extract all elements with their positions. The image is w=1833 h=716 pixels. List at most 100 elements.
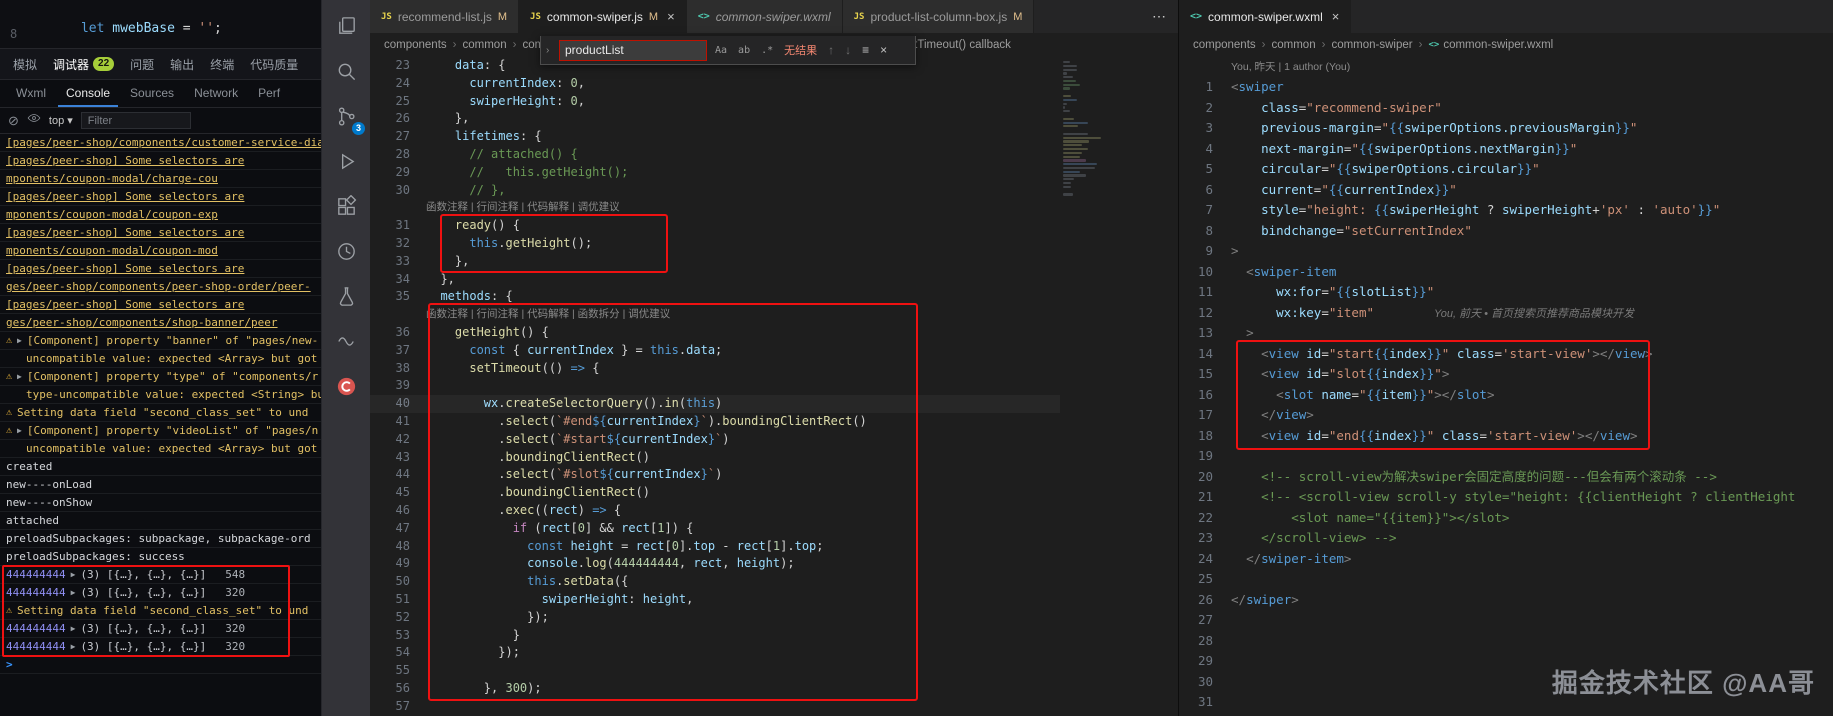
line-number: 7 — [1179, 200, 1231, 221]
devtools-subtab[interactable]: Console — [58, 80, 118, 107]
code-line: 49 console.log(444444444, rect, height); — [370, 555, 1178, 573]
expand-icon[interactable]: ▶ — [17, 368, 22, 385]
activity-item-search[interactable] — [322, 49, 370, 94]
activity-item-sonarlint[interactable] — [322, 319, 370, 364]
console-row[interactable]: 444444444▶(3) [{…}, {…}, {…}]320 — [0, 584, 321, 602]
codelens[interactable]: 函数注释 | 行间注释 | 代码解释 | 函数拆分 | 调优建议 — [370, 306, 1178, 324]
code-line: 46 .exec((rect) => { — [370, 502, 1178, 520]
editor-tab[interactable]: JSproduct-list-column-box.jsM — [843, 0, 1035, 33]
devtools-subtab[interactable]: Sources — [122, 80, 182, 107]
expand-icon[interactable]: ▶ — [71, 620, 76, 637]
code-line: 44 .select(`#slot${currentIndex}`) — [370, 466, 1178, 484]
expand-icon[interactable]: ▶ — [71, 638, 76, 655]
codelens-authors[interactable]: You, 昨天 | 1 author (You) — [1179, 57, 1833, 77]
line-number: 38 — [370, 360, 426, 378]
devtools-subtab[interactable]: Wxml — [8, 80, 54, 107]
console-row[interactable]: mponents/coupon-modal/charge-cou — [0, 170, 321, 188]
code-line: 6 current="{{currentIndex}}" — [1179, 180, 1833, 201]
console-row[interactable]: 444444444▶(3) [{…}, {…}, {…}]320 — [0, 620, 321, 638]
console-row[interactable]: [pages/peer-shop] Some selectors are — [0, 188, 321, 206]
code-line: 47 if (rect[0] && rect[1]) { — [370, 520, 1178, 538]
devtools-tab[interactable]: 问题 — [123, 52, 161, 77]
code-editor-right[interactable]: You, 昨天 | 1 author (You) 1<swiper2 class… — [1179, 57, 1833, 716]
console-row[interactable]: [pages/peer-shop] Some selectors are — [0, 224, 321, 242]
console-row[interactable]: ⚠Setting data field "second_class_set" t… — [0, 602, 321, 620]
expand-icon[interactable]: ▶ — [17, 422, 22, 439]
breadcrumb-item[interactable]: components — [384, 39, 447, 51]
activity-item-ai-plugin[interactable] — [322, 364, 370, 409]
console-filter-input[interactable] — [81, 112, 191, 129]
find-in-selection-icon[interactable]: ≡ — [859, 43, 872, 57]
match-case-icon[interactable]: Aa — [712, 44, 730, 57]
find-next-icon[interactable]: ↓ — [842, 43, 854, 57]
activity-item-extensions[interactable] — [322, 184, 370, 229]
eye-icon[interactable] — [27, 111, 41, 130]
minimap[interactable] — [1063, 61, 1125, 201]
expand-icon[interactable]: ▶ — [71, 566, 76, 583]
devtools-tab[interactable]: 代码质量 — [243, 52, 305, 77]
editor-tab-bar: JSrecommend-list.jsMJScommon-swiper.jsM×… — [370, 0, 1178, 33]
more-actions-icon[interactable]: ⋯ — [1140, 0, 1178, 33]
whole-word-icon[interactable]: ab — [735, 44, 753, 57]
line-number: 26 — [1179, 590, 1231, 611]
devtools-subtab[interactable]: Perf — [250, 80, 288, 107]
breadcrumb-item[interactable]: common — [463, 39, 507, 51]
console-row[interactable]: 444444444▶(3) [{…}, {…}, {…}]320 — [0, 638, 321, 656]
console-row[interactable]: uncompatible value: expected <Array> but… — [0, 440, 321, 458]
console-row[interactable]: 444444444▶(3) [{…}, {…}, {…}]548 — [0, 566, 321, 584]
console-row[interactable]: [pages/peer-shop] Some selectors are — [0, 296, 321, 314]
console-row[interactable]: > — [0, 656, 321, 674]
line-number: 42 — [370, 431, 426, 449]
close-icon[interactable]: × — [877, 43, 890, 57]
breadcrumb-item[interactable]: common-swiper — [1331, 39, 1412, 51]
console-row[interactable]: ⚠▶[Component] property "type" of "compon… — [0, 368, 321, 386]
regex-icon[interactable]: .* — [758, 44, 776, 57]
console-row[interactable]: ⚠Setting data field "second_class_set" t… — [0, 404, 321, 422]
codelens[interactable]: 函数注释 | 行间注释 | 代码解释 | 调优建议 — [370, 199, 1178, 217]
line-number: 44 — [370, 466, 426, 484]
devtools-tab[interactable]: 输出 — [163, 52, 201, 77]
editor-tab[interactable]: <>common-swiper.wxml — [687, 0, 843, 33]
context-selector[interactable]: top ▾ — [49, 114, 73, 127]
find-prev-icon[interactable]: ↑ — [825, 43, 837, 57]
find-input[interactable] — [559, 40, 707, 61]
activity-item-run-debug[interactable] — [322, 139, 370, 184]
breadcrumb-item[interactable]: components — [1193, 39, 1256, 51]
close-icon[interactable]: × — [667, 9, 675, 24]
console-row[interactable]: ges/peer-shop/components/peer-shop-order… — [0, 278, 321, 296]
activity-item-explorer[interactable] — [322, 4, 370, 49]
console-row[interactable]: [pages/peer-shop/components/customer-ser… — [0, 134, 321, 152]
console-row[interactable]: [pages/peer-shop] Some selectors are — [0, 152, 321, 170]
console-row[interactable]: type-uncompatible value: expected <Strin… — [0, 386, 321, 404]
code-line: 28 — [1179, 631, 1833, 652]
modified-badge: M — [498, 11, 507, 23]
console-row[interactable]: ⚠▶[Component] property "videoList" of "p… — [0, 422, 321, 440]
code-line: 26 }, — [370, 110, 1178, 128]
console-row[interactable]: ges/peer-shop/components/shop-banner/pee… — [0, 314, 321, 332]
devtools-subtab[interactable]: Network — [186, 80, 246, 107]
line-number: 40 — [370, 395, 426, 413]
line-number: 23 — [1179, 528, 1231, 549]
clear-console-icon[interactable]: ⊘ — [8, 114, 19, 127]
console-row[interactable]: ⚠▶[Component] property "banner" of "page… — [0, 332, 321, 350]
editor-tab[interactable]: JSrecommend-list.jsM — [370, 0, 519, 33]
code-line: 31 ready() { — [370, 217, 1178, 235]
activity-item-source-control[interactable]: 3 — [322, 94, 370, 139]
expand-icon[interactable]: ▶ — [71, 584, 76, 601]
console-row[interactable]: uncompatible value: expected <Array> but… — [0, 350, 321, 368]
activity-item-testing[interactable] — [322, 274, 370, 319]
editor-tab[interactable]: JScommon-swiper.jsM× — [519, 0, 687, 33]
expand-icon[interactable]: ▶ — [17, 332, 22, 349]
code-editor[interactable]: 23 data: {24 currentIndex: 0,25 swiperHe… — [370, 57, 1178, 716]
toggle-replace-icon[interactable]: › — [546, 45, 554, 56]
devtools-tab[interactable]: 终端 — [203, 52, 241, 77]
console-row[interactable]: mponents/coupon-modal/coupon-exp — [0, 206, 321, 224]
breadcrumb-item[interactable]: <>common-swiper.wxml — [1428, 39, 1553, 51]
close-icon[interactable]: × — [1332, 9, 1340, 24]
activity-item-timeline[interactable] — [322, 229, 370, 274]
console-row[interactable]: mponents/coupon-modal/coupon-mod — [0, 242, 321, 260]
console-row[interactable]: [pages/peer-shop] Some selectors are — [0, 260, 321, 278]
breadcrumb-item[interactable]: common — [1272, 39, 1316, 51]
editor-tab-wxml[interactable]: <> common-swiper.wxml × — [1179, 0, 1351, 33]
console-prompt[interactable]: > — [6, 656, 13, 673]
